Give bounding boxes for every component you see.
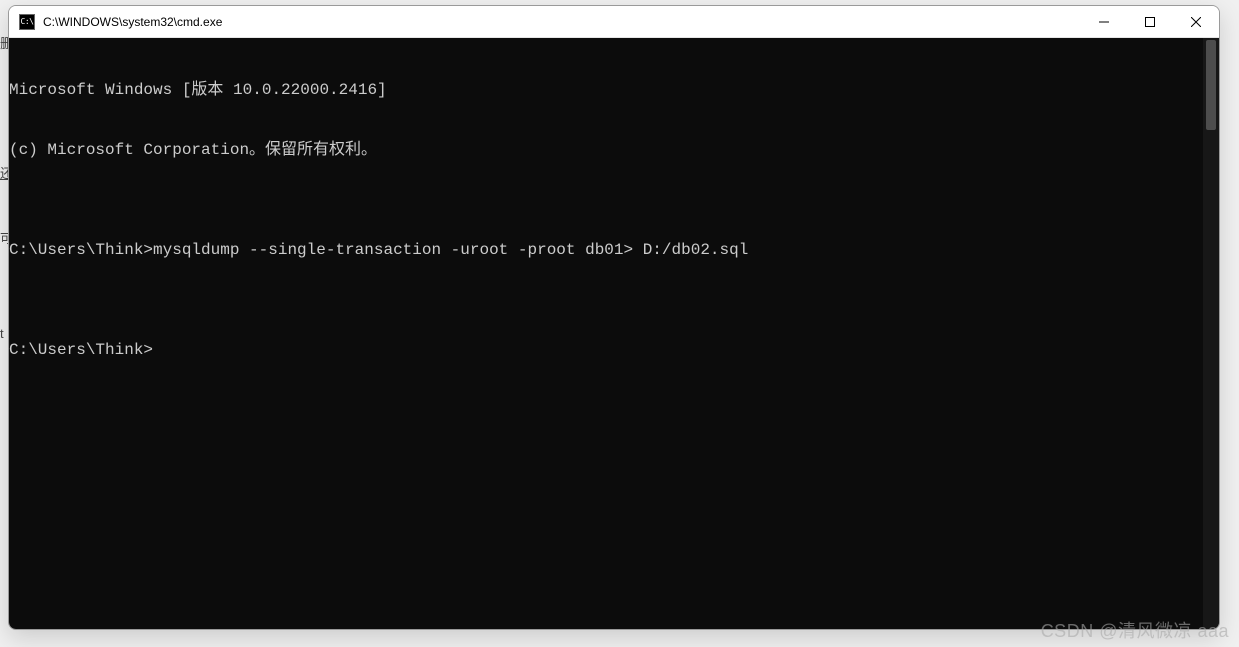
terminal-line: C:\Users\Think> [9, 340, 1219, 360]
titlebar[interactable]: C:\ C:\WINDOWS\system32\cmd.exe [9, 6, 1219, 38]
terminal-line: Microsoft Windows [版本 10.0.22000.2416] [9, 80, 1219, 100]
scrollbar-thumb[interactable] [1206, 40, 1216, 130]
terminal-body[interactable]: Microsoft Windows [版本 10.0.22000.2416] (… [9, 38, 1219, 629]
vertical-scrollbar[interactable] [1203, 38, 1219, 629]
minimize-button[interactable] [1081, 6, 1127, 38]
background-text: t [0, 320, 4, 348]
cmd-window: C:\ C:\WINDOWS\system32\cmd.exe Microsof… [8, 5, 1220, 630]
cmd-icon: C:\ [19, 14, 35, 30]
close-button[interactable] [1173, 6, 1219, 38]
terminal-line: (c) Microsoft Corporation。保留所有权利。 [9, 140, 1219, 160]
terminal-line: C:\Users\Think>mysqldump --single-transa… [9, 240, 1219, 260]
maximize-button[interactable] [1127, 6, 1173, 38]
window-title: C:\WINDOWS\system32\cmd.exe [43, 15, 222, 29]
